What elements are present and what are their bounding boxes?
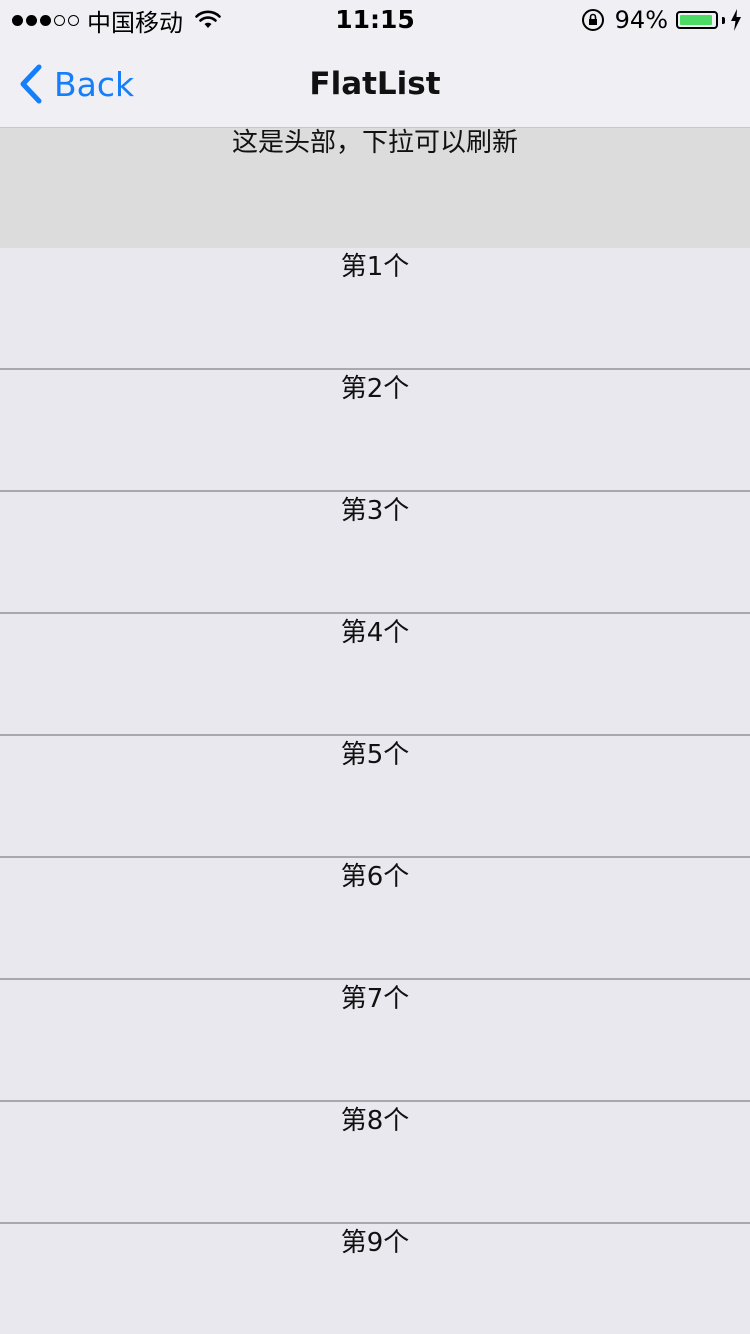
list-item-label: 第6个 — [340, 862, 410, 892]
navigation-bar: Back FlatList — [0, 40, 750, 128]
list-item[interactable]: 第9个 — [0, 1224, 750, 1334]
flat-list[interactable]: 这是头部，下拉可以刷新 第1个 第2个 第3个 第4个 第5个 第6个 第7个 … — [0, 128, 750, 1334]
status-bar: 中国移动 11:15 94% — [0, 0, 750, 40]
list-item[interactable]: 第7个 — [0, 980, 750, 1102]
list-item-label: 第4个 — [340, 618, 410, 648]
rotation-lock-icon — [581, 9, 604, 31]
list-item-label: 第9个 — [340, 1228, 410, 1258]
list-item-label: 第7个 — [340, 984, 410, 1014]
list-item-label: 第8个 — [340, 1106, 410, 1136]
list-item[interactable]: 第4个 — [0, 614, 750, 736]
list-header-text: 这是头部，下拉可以刷新 — [231, 128, 518, 158]
list-item[interactable]: 第8个 — [0, 1102, 750, 1224]
battery-fill — [680, 15, 712, 25]
list-item-label: 第1个 — [340, 252, 410, 282]
charging-bolt-icon — [731, 9, 741, 31]
battery-icon — [676, 11, 718, 29]
list-item-label: 第2个 — [340, 374, 410, 404]
status-right: 94% — [581, 6, 742, 34]
battery-tip — [722, 16, 725, 24]
list-item[interactable]: 第3个 — [0, 492, 750, 614]
battery-percent: 94% — [614, 6, 668, 34]
list-item-label: 第5个 — [340, 740, 410, 770]
list-header: 这是头部，下拉可以刷新 — [0, 128, 750, 248]
list-item[interactable]: 第1个 — [0, 248, 750, 370]
list-item[interactable]: 第5个 — [0, 736, 750, 858]
list-item-label: 第3个 — [340, 496, 410, 526]
list-item[interactable]: 第6个 — [0, 858, 750, 980]
screen: 中国移动 11:15 94% Back FlatList 这是头部，下拉可以刷新… — [0, 0, 750, 1334]
page-title: FlatList — [309, 66, 441, 102]
list-item[interactable]: 第2个 — [0, 370, 750, 492]
